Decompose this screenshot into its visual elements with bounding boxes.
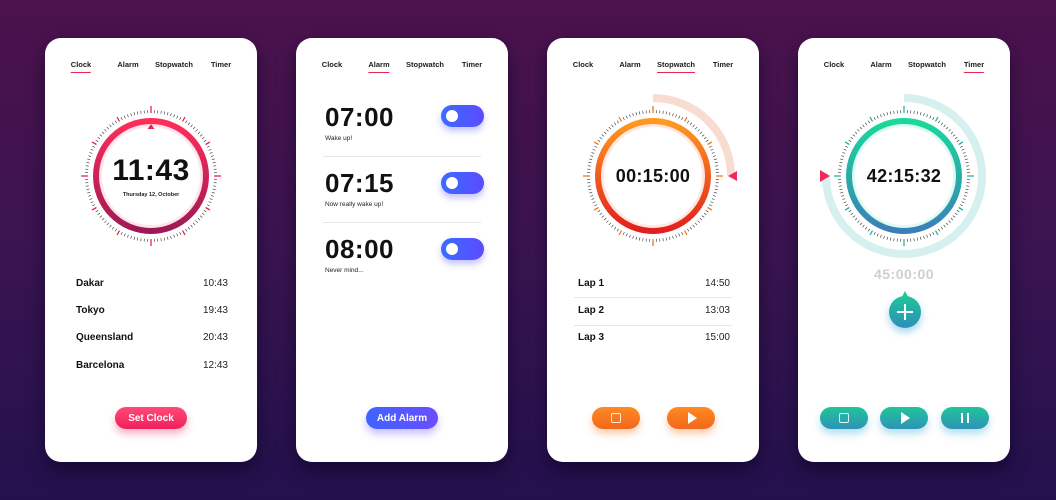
tab-clock[interactable]: Clock xyxy=(70,60,92,73)
divider xyxy=(574,325,732,326)
alarm-label: Now really wake up! xyxy=(325,201,384,208)
clock-screen: Clock Alarm Stopwatch Timer 11:43 Thursd… xyxy=(45,38,257,462)
city-name: Tokyo xyxy=(76,305,105,316)
divider xyxy=(323,156,481,157)
city-time: 20:43 xyxy=(202,332,228,343)
city-time: 10:43 xyxy=(202,278,228,289)
tab-clock[interactable]: Clock xyxy=(573,60,593,69)
city-name: Queensland xyxy=(76,332,134,343)
add-alarm-button[interactable]: Add Alarm xyxy=(366,407,438,429)
tab-bar: Clock Alarm Stopwatch Timer xyxy=(296,60,508,74)
add-time-button[interactable] xyxy=(889,291,921,328)
city-row: Queensland 20:43 xyxy=(76,332,228,343)
city-name: Dakar xyxy=(76,278,104,289)
lap-row: Lap 3 15:00 xyxy=(578,332,730,343)
current-time: 11:43 xyxy=(112,154,190,187)
city-row: Tokyo 19:43 xyxy=(76,305,228,316)
stop-icon xyxy=(611,413,621,423)
alarm-toggle[interactable] xyxy=(441,172,484,194)
stop-icon xyxy=(839,413,849,423)
timer-preset: 45:00:00 xyxy=(873,266,935,282)
set-clock-button[interactable]: Set Clock xyxy=(115,407,187,429)
toggle-knob xyxy=(446,243,458,255)
tab-stopwatch[interactable]: Stopwatch xyxy=(155,60,193,69)
tab-stopwatch[interactable]: Stopwatch xyxy=(908,60,946,69)
city-row: Barcelona 12:43 xyxy=(76,360,228,371)
current-date: Thursday 12, October xyxy=(122,192,180,198)
alarm-time: 07:15 xyxy=(325,168,394,198)
tab-clock[interactable]: Clock xyxy=(322,60,342,69)
play-icon xyxy=(900,412,910,424)
play-icon xyxy=(687,412,697,424)
play-button[interactable] xyxy=(667,407,715,429)
lap-name: Lap 3 xyxy=(578,332,605,343)
alarm-label: Never mind... xyxy=(325,267,364,274)
lap-time: 14:50 xyxy=(704,278,730,289)
tab-alarm[interactable]: Alarm xyxy=(870,60,891,69)
tab-alarm[interactable]: Alarm xyxy=(619,60,640,69)
stopwatch-dial: 00:15:00 xyxy=(583,94,737,246)
tab-bar: Clock Alarm Stopwatch Timer xyxy=(45,60,257,74)
stopwatch-screen: Clock Alarm Stopwatch Timer 00:15:00 Lap… xyxy=(547,38,759,462)
city-time: 19:43 xyxy=(202,305,228,316)
toggle-knob xyxy=(446,110,458,122)
lap-row: Lap 2 13:03 xyxy=(578,305,730,316)
tab-timer[interactable]: Timer xyxy=(462,60,482,69)
stop-button[interactable] xyxy=(820,407,868,429)
alarm-label: Wake up! xyxy=(325,135,353,142)
tab-clock[interactable]: Clock xyxy=(824,60,844,69)
lap-name: Lap 2 xyxy=(578,305,605,316)
tab-alarm[interactable]: Alarm xyxy=(368,60,390,73)
tab-alarm[interactable]: Alarm xyxy=(117,60,138,69)
tab-timer[interactable]: Timer xyxy=(963,60,985,73)
timer-screen: Clock Alarm Stopwatch Timer 42:15:32 45:… xyxy=(798,38,1010,462)
stop-button[interactable] xyxy=(592,407,640,429)
lap-time: 15:00 xyxy=(704,332,730,343)
timer-time: 42:15:32 xyxy=(866,165,942,186)
city-name: Barcelona xyxy=(76,360,125,371)
alarm-toggle[interactable] xyxy=(441,238,484,260)
stopwatch-time: 00:15:00 xyxy=(615,165,691,186)
lap-row: Lap 1 14:50 xyxy=(578,278,730,289)
clock-dial: 11:43 Thursday 12, October xyxy=(81,106,221,246)
alarm-time: 08:00 xyxy=(325,234,394,264)
pause-icon xyxy=(961,413,969,423)
toggle-knob xyxy=(446,177,458,189)
lap-time: 13:03 xyxy=(704,305,730,316)
divider xyxy=(574,297,732,298)
tab-bar: Clock Alarm Stopwatch Timer xyxy=(547,60,759,74)
tab-timer[interactable]: Timer xyxy=(713,60,733,69)
city-time: 12:43 xyxy=(202,360,228,371)
tab-stopwatch[interactable]: Stopwatch xyxy=(406,60,444,69)
city-row: Dakar 10:43 xyxy=(76,278,228,289)
divider xyxy=(323,222,481,223)
timer-dial: 42:15:32 xyxy=(820,94,986,258)
alarm-screen: Clock Alarm Stopwatch Timer 07:00 Wake u… xyxy=(296,38,508,462)
tab-timer[interactable]: Timer xyxy=(211,60,231,69)
play-button[interactable] xyxy=(880,407,928,429)
pause-button[interactable] xyxy=(941,407,989,429)
alarm-time: 07:00 xyxy=(325,102,394,132)
tab-stopwatch[interactable]: Stopwatch xyxy=(657,60,695,73)
lap-name: Lap 1 xyxy=(578,278,605,289)
tab-bar: Clock Alarm Stopwatch Timer xyxy=(798,60,1010,74)
alarm-toggle[interactable] xyxy=(441,105,484,127)
